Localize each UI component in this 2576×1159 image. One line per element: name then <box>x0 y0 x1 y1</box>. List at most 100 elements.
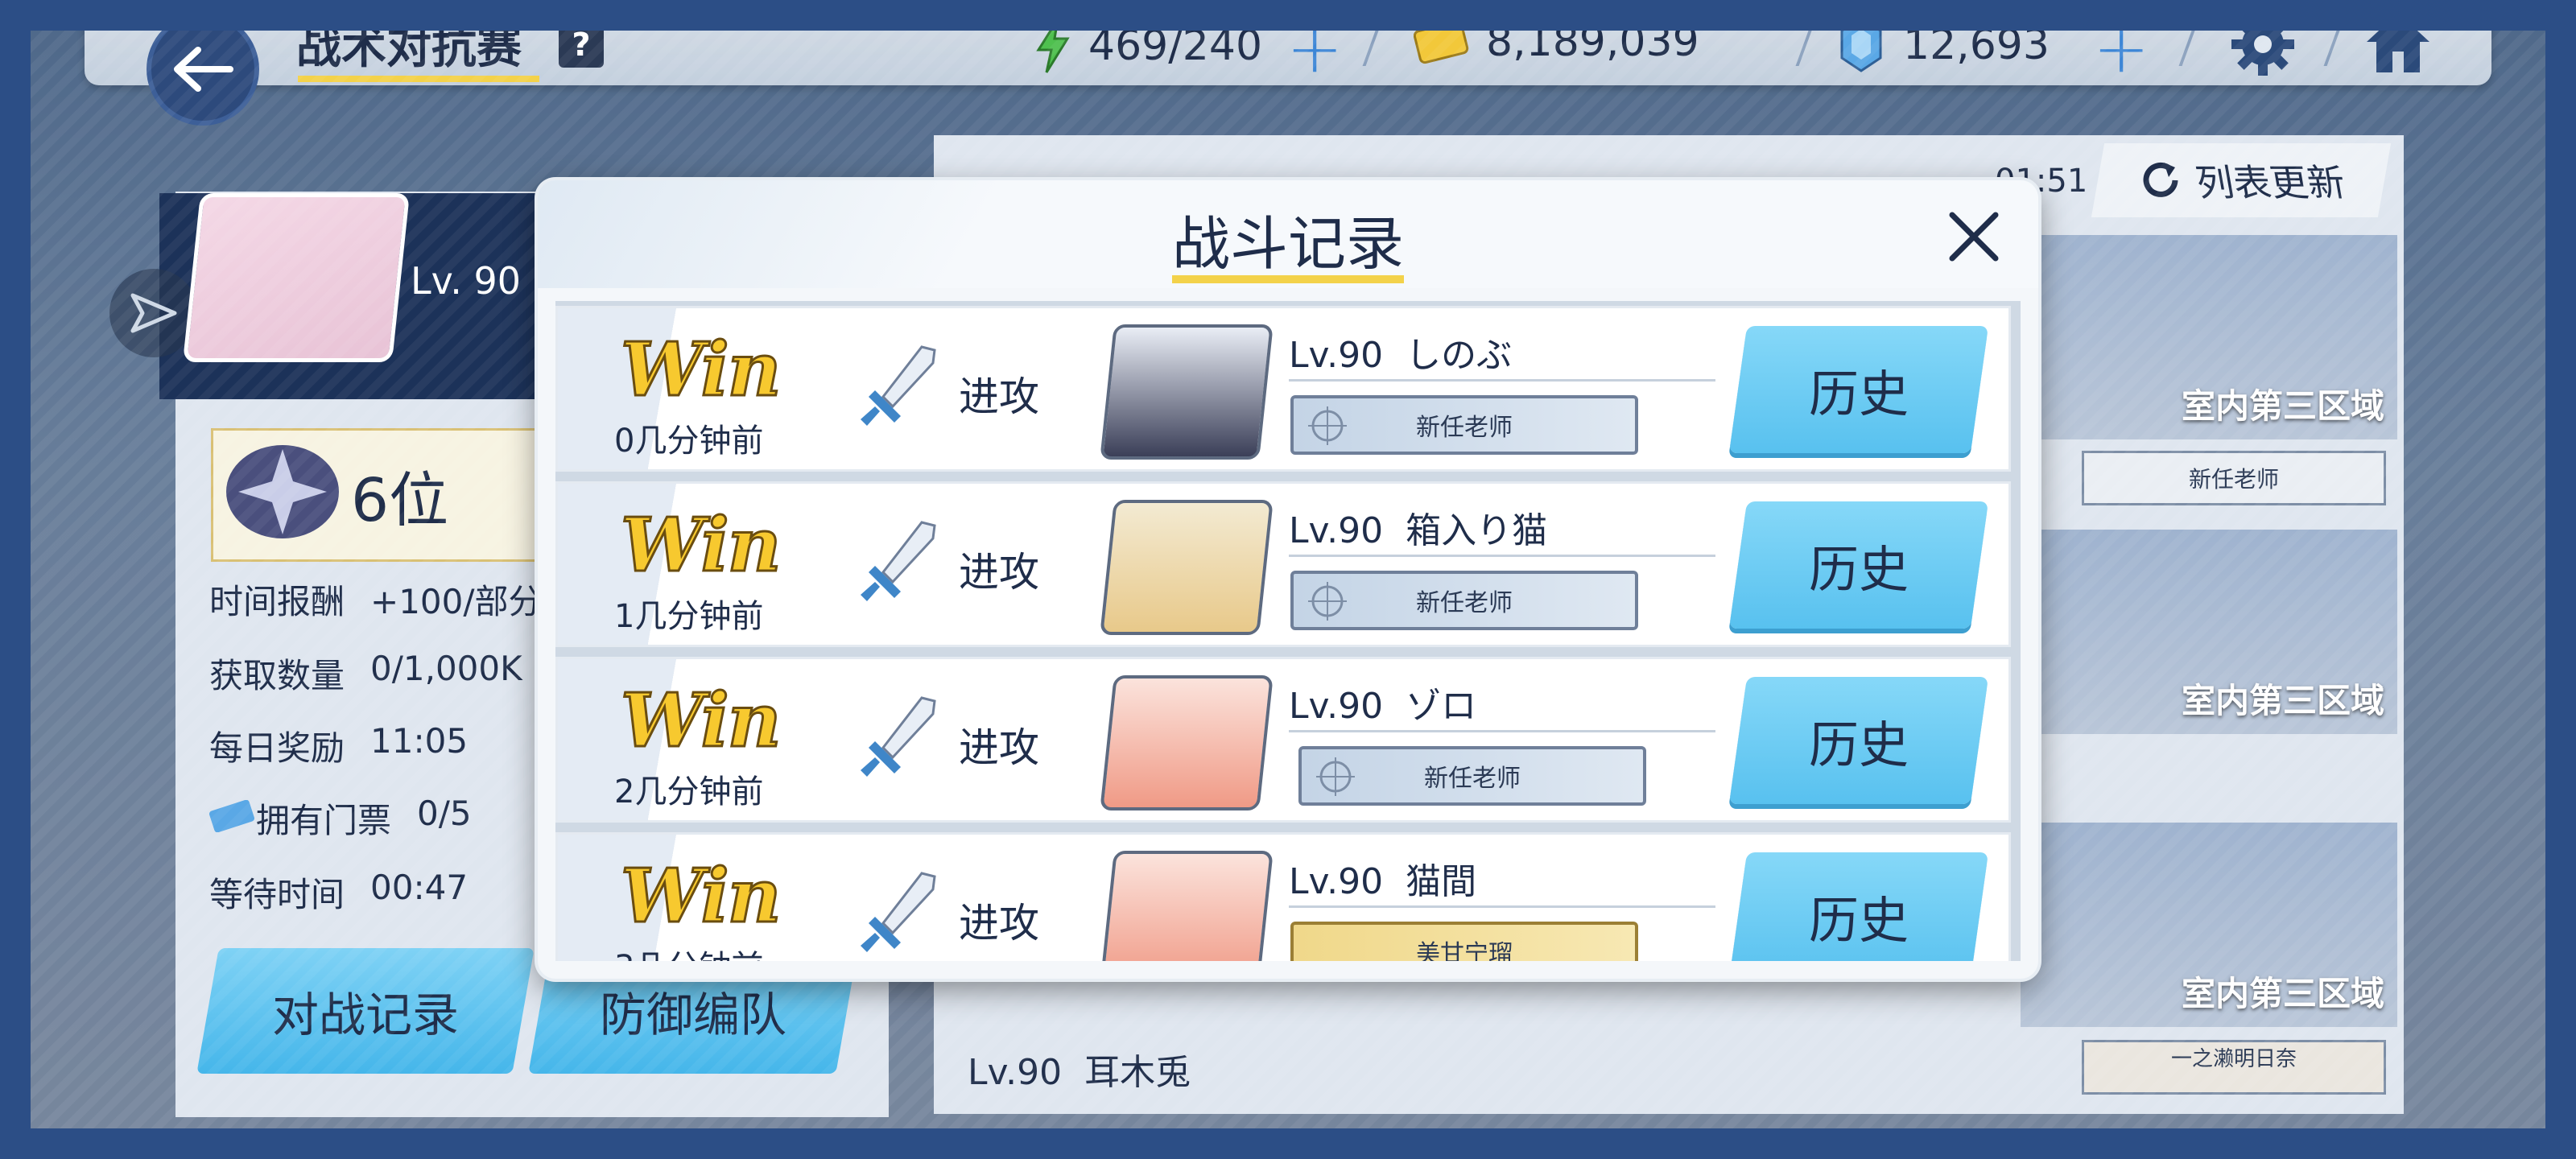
divider <box>1289 379 1715 382</box>
nameplate-text: 美甘宁瑠 <box>1416 940 1513 961</box>
info-value: 00:47 <box>370 868 469 907</box>
refresh-icon <box>2143 162 2178 197</box>
opponent-name: 猫間 <box>1406 861 1477 902</box>
refresh-list-button[interactable]: 列表更新 <box>2091 143 2392 217</box>
opponent-portrait <box>1100 851 1274 961</box>
opponent-level-value: Lv.90 <box>1289 510 1384 551</box>
gear-icon <box>2231 13 2294 76</box>
history-label: 历史 <box>1808 716 1909 774</box>
add-ap-button[interactable]: + <box>1286 14 1343 82</box>
credits-stat: 8,189,039 <box>1414 18 1699 66</box>
defense-team-label: 防御编队 <box>599 988 786 1042</box>
opponent-area: 室内第三区域 <box>2181 386 2384 426</box>
credit-card-icon <box>1414 20 1469 64</box>
crosshair-icon <box>1308 406 1347 445</box>
opponent-area: 室内第三区域 <box>2181 974 2384 1013</box>
battle-records-label: 对战记录 <box>271 988 459 1042</box>
gems-value: 12,693 <box>1903 21 2050 69</box>
ap-stat: 469/240 <box>1034 18 1262 74</box>
close-button[interactable] <box>1943 206 2004 267</box>
opponent-card[interactable]: 室内第三区域 <box>2021 235 2397 439</box>
divider <box>1289 730 1715 732</box>
info-label: 获取数量 <box>209 656 345 695</box>
gems-stat: 12,693 <box>1839 18 2050 72</box>
rank-emblem-icon <box>226 445 339 538</box>
divider <box>1289 905 1715 908</box>
info-value: 0/1,000K <box>370 649 522 688</box>
opponent-nameplate-text: 一之濑明日奈 <box>2170 1047 2297 1071</box>
result-win: Win <box>620 676 783 765</box>
history-button[interactable]: 历史 <box>1728 852 1989 961</box>
attack-label: 进攻 <box>959 900 1039 947</box>
opponent-area: 室内第三区域 <box>2181 681 2384 720</box>
sword-icon <box>861 521 936 601</box>
refresh-label: 列表更新 <box>2192 161 2349 204</box>
attack-label: 进攻 <box>959 373 1039 420</box>
opponent-portrait <box>1100 324 1274 460</box>
battle-records-button[interactable]: 对战记录 <box>196 948 535 1074</box>
opponent-nameplate: 新任老师 <box>1290 395 1638 455</box>
pyroxene-gem-icon <box>1840 18 1882 72</box>
opponent-nameplate: 美甘宁瑠 <box>1290 922 1638 961</box>
opponent-card[interactable]: 室内第三区域 <box>2021 530 2397 734</box>
attack-label: 进攻 <box>959 724 1039 771</box>
opponent-nameplate: 新任老师 <box>1290 571 1638 630</box>
opponent-level: Lv.90 箱入り猫 <box>1289 501 1547 553</box>
settings-button[interactable] <box>2228 10 2297 82</box>
help-button[interactable]: ? <box>559 23 604 68</box>
back-button[interactable] <box>147 13 259 126</box>
opponent-portrait <box>1100 500 1274 635</box>
opponent-nameplate: 新任老师 <box>1298 746 1646 806</box>
info-value: 0/5 <box>417 794 472 833</box>
ticket-icon <box>208 800 255 832</box>
opponent-level: Lv.90 ゾロ <box>1289 677 1476 728</box>
battle-record-dialog: 战斗记录 Win 0几分钟前 进攻 Lv.90 しのぶ 新任老师 历史 Win … <box>538 180 2038 979</box>
add-gems-button[interactable]: + <box>2093 14 2149 82</box>
opponent-nameplate: 一之濑明日奈 <box>2082 1040 2386 1095</box>
page-title: 战术对抗赛 <box>296 22 522 74</box>
attack-label: 进攻 <box>959 549 1039 596</box>
info-label: 每日奖励 <box>209 728 345 768</box>
sword-icon <box>861 872 936 952</box>
player-rank: 6位 <box>351 466 449 535</box>
info-value: +100/部分 <box>370 582 543 621</box>
dialog-title: 战斗记录 <box>1171 210 1404 278</box>
opponent-nameplate: 新任老师 <box>2082 451 2386 505</box>
history-label: 历史 <box>1808 891 1909 950</box>
home-icon <box>2367 13 2429 72</box>
result-win: Win <box>620 852 783 941</box>
crosshair-icon <box>1316 757 1355 796</box>
opponent-level: Lv.90 猫間 <box>1289 852 1476 904</box>
opponent-level-value: Lv.90 <box>1289 335 1384 376</box>
home-button[interactable] <box>2363 10 2433 79</box>
close-icon <box>1949 212 1999 262</box>
opponent-level: Lv.90 耳木兎 <box>968 1043 1191 1095</box>
history-button[interactable]: 历史 <box>1728 501 1989 629</box>
info-label: 拥有门票 <box>256 801 392 840</box>
nameplate-text: 新任老师 <box>1416 589 1513 617</box>
record-list[interactable]: Win 0几分钟前 进攻 Lv.90 しのぶ 新任老师 历史 Win 1几分钟前 <box>555 301 2021 961</box>
history-label: 历史 <box>1808 540 1909 599</box>
result-win: Win <box>620 501 783 590</box>
opponent-card[interactable]: 室内第三区域 <box>2021 823 2397 1027</box>
info-label: 时间报酬 <box>209 582 345 621</box>
dialog-title-underline <box>1172 275 1404 283</box>
info-label: 等待时间 <box>209 875 345 914</box>
record-time: 2几分钟前 <box>614 773 764 810</box>
info-value: 11:05 <box>370 721 469 761</box>
record-row: Win 3几分钟前 进攻 Lv.90 猫間 美甘宁瑠 历史 <box>555 832 2011 961</box>
player-avatar <box>182 193 411 362</box>
record-time: 0几分钟前 <box>614 423 764 460</box>
sword-icon <box>861 696 936 777</box>
record-row: Win 1几分钟前 进攻 Lv.90 箱入り猫 新任老师 历史 <box>555 481 2011 647</box>
opponent-name: 箱入り猫 <box>1406 510 1548 551</box>
credits-value: 8,189,039 <box>1486 18 1699 66</box>
record-time: 3几分钟前 <box>614 941 763 961</box>
history-button[interactable]: 历史 <box>1728 326 1989 453</box>
history-label: 历史 <box>1808 365 1909 423</box>
ap-value: 469/240 <box>1088 22 1263 70</box>
history-button[interactable]: 历史 <box>1728 677 1989 804</box>
lightning-icon <box>1036 19 1070 73</box>
arrow-left-icon <box>174 47 233 92</box>
opponent-level-value: Lv.90 <box>968 1052 1063 1093</box>
